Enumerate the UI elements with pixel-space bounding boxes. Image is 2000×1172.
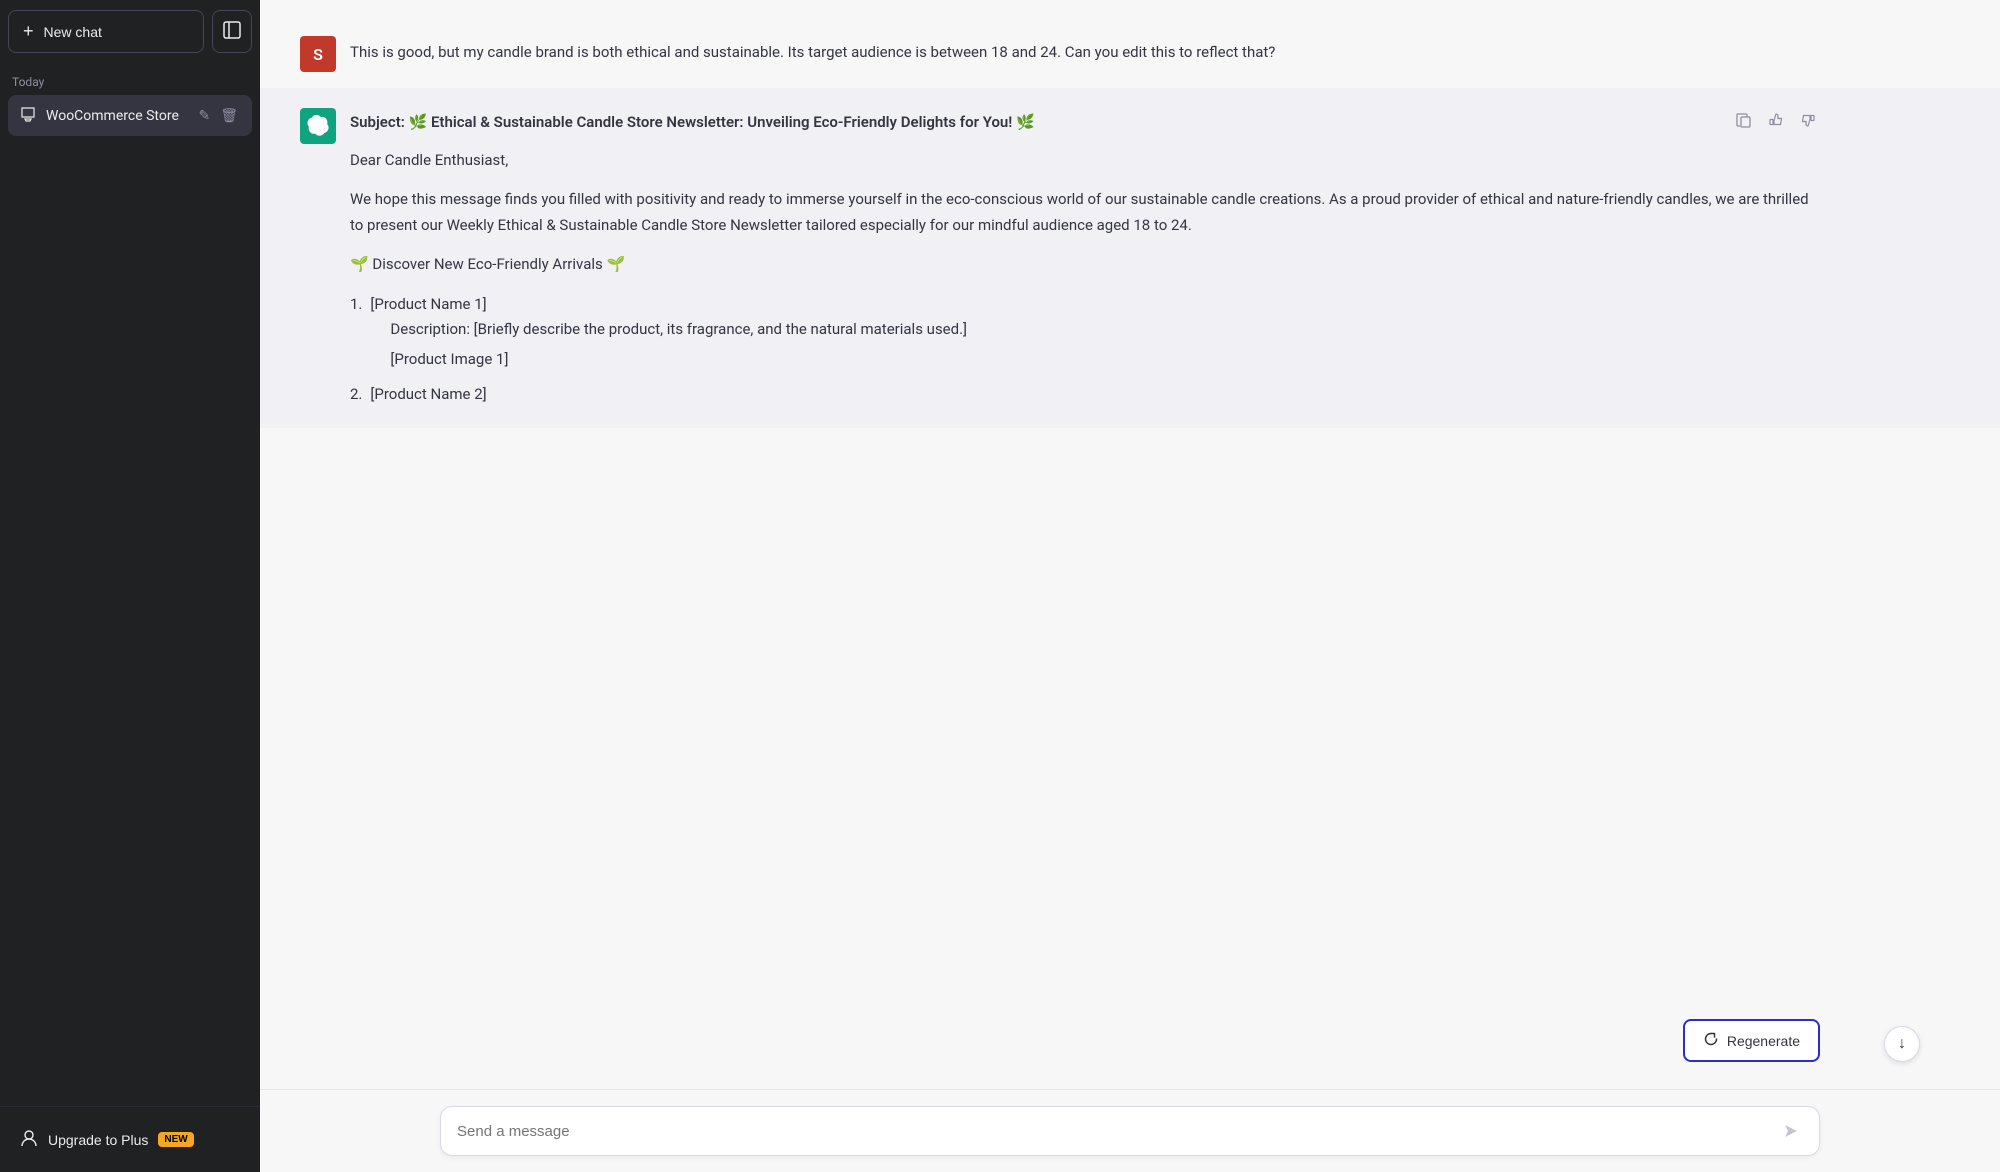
sidebar-toggle-icon <box>223 21 241 42</box>
product-image-1: [Product Image 1] <box>390 347 967 373</box>
toggle-sidebar-button[interactable] <box>212 10 252 53</box>
new-badge: NEW <box>158 1132 193 1147</box>
list-item: 2. [Product Name 2] <box>350 382 1820 408</box>
regenerate-label: Regenerate <box>1727 1033 1800 1049</box>
ai-intro: We hope this message finds you filled wi… <box>350 187 1820 238</box>
main-content: S This is good, but my candle brand is b… <box>260 0 2000 1172</box>
send-button[interactable] <box>1779 1119 1803 1143</box>
thumbs-up-button[interactable] <box>1764 108 1788 137</box>
chat-item-label: WooCommerce Store <box>46 108 186 124</box>
upgrade-to-plus-button[interactable]: Upgrade to Plus NEW <box>8 1119 252 1160</box>
edit-chat-button[interactable]: ✎ <box>196 105 212 126</box>
scroll-down-button[interactable]: ↓ <box>1884 1026 1920 1062</box>
user-message-text: This is good, but my candle brand is bot… <box>350 36 1275 64</box>
ai-message-actions <box>1732 108 1820 137</box>
ai-message: Subject: 🌿 Ethical & Sustainable Candle … <box>260 88 2000 428</box>
plus-icon <box>23 21 34 42</box>
thumbs-down-button[interactable] <box>1796 108 1820 137</box>
list-item: 1. [Product Name 1] Description: [Briefl… <box>350 292 1820 377</box>
copy-message-button[interactable] <box>1732 108 1756 137</box>
trash-icon: 🗑 <box>220 107 238 123</box>
ai-greeting: Dear Candle Enthusiast, <box>350 148 1820 174</box>
chat-input-area <box>260 1089 2000 1172</box>
sidebar-top: New chat <box>0 0 260 63</box>
chat-item-woocommerce[interactable]: WooCommerce Store ✎ 🗑 <box>8 95 252 136</box>
ai-section-title: 🌱 Discover New Eco-Friendly Arrivals 🌱 <box>350 252 1820 278</box>
product-description-1: Description: [Briefly describe the produ… <box>390 317 967 343</box>
user-message: S This is good, but my candle brand is b… <box>260 20 2000 88</box>
new-chat-label: New chat <box>44 24 102 40</box>
regenerate-icon <box>1703 1031 1719 1050</box>
chat-messages: S This is good, but my candle brand is b… <box>260 0 2000 1089</box>
ai-message-content: Subject: 🌿 Ethical & Sustainable Candle … <box>350 108 1820 408</box>
chat-item-actions: ✎ 🗑 <box>196 105 240 126</box>
chat-icon <box>20 106 36 126</box>
sidebar: New chat Today WooCommerce Store ✎ <box>0 0 260 1172</box>
user-icon <box>20 1129 38 1150</box>
sidebar-bottom: Upgrade to Plus NEW <box>0 1106 260 1172</box>
message-input[interactable] <box>457 1123 1779 1140</box>
user-avatar: S <box>300 36 336 72</box>
product-name-2: [Product Name 2] <box>370 382 486 408</box>
down-arrow-icon: ↓ <box>1898 1035 1906 1053</box>
today-label: Today <box>0 63 260 93</box>
product-name-1: [Product Name 1] <box>370 292 967 318</box>
ai-subject: Subject: 🌿 Ethical & Sustainable Candle … <box>350 110 1820 136</box>
ai-product-list: 1. [Product Name 1] Description: [Briefl… <box>350 292 1820 408</box>
edit-icon: ✎ <box>198 107 210 123</box>
upgrade-label: Upgrade to Plus <box>48 1132 148 1148</box>
regenerate-button[interactable]: Regenerate <box>1683 1019 1820 1062</box>
delete-chat-button[interactable]: 🗑 <box>218 105 240 126</box>
new-chat-button[interactable]: New chat <box>8 10 204 53</box>
input-container <box>440 1106 1820 1156</box>
ai-avatar <box>300 108 336 144</box>
